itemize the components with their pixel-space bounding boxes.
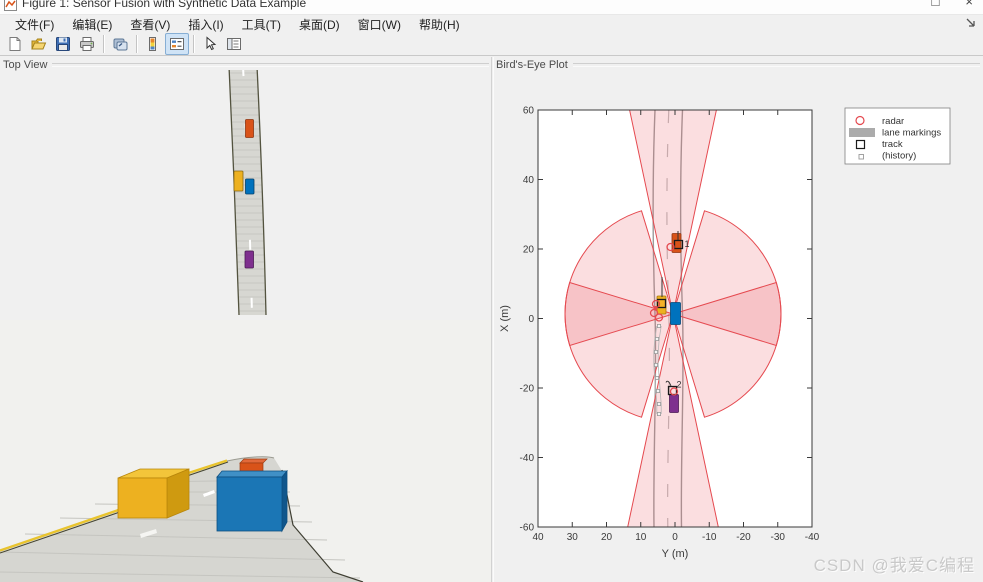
svg-text:10: 10 — [635, 532, 647, 543]
cursor-arrow-icon — [202, 36, 218, 52]
new-figure-button[interactable] — [3, 33, 27, 55]
svg-text:30: 30 — [567, 532, 579, 543]
chase-blue-vehicle — [217, 471, 287, 531]
open-file-button[interactable] — [27, 33, 51, 55]
toolbar-separator — [136, 35, 137, 53]
plot-browser-icon — [226, 36, 242, 52]
legend-icon — [169, 36, 185, 52]
svg-text:40: 40 — [523, 175, 535, 186]
x-axis-label: Y (m) — [662, 548, 689, 560]
svg-text:track: track — [882, 139, 903, 150]
link-plot-icon — [112, 36, 128, 52]
insert-colorbar-button[interactable] — [141, 33, 165, 55]
chase-camera-canvas — [0, 320, 491, 582]
edit-plot-button[interactable] — [198, 33, 222, 55]
passing-car-top — [234, 171, 243, 191]
toolbar-separator — [103, 35, 104, 53]
svg-text:-60: -60 — [520, 523, 535, 534]
menu-insert[interactable]: 插入(I) — [179, 15, 232, 34]
y-tick-labels: 60 40 20 0 -20 -40 -60 — [520, 106, 535, 534]
svg-text:-20: -20 — [520, 384, 535, 395]
save-floppy-icon — [55, 36, 71, 52]
menu-tools[interactable]: 工具(T) — [233, 15, 290, 34]
svg-text:-20: -20 — [736, 532, 751, 543]
svg-text:(history): (history) — [882, 151, 916, 162]
link-plot-button[interactable] — [108, 33, 132, 55]
menu-edit[interactable]: 编辑(E) — [63, 15, 121, 34]
ego-car-top — [246, 179, 255, 194]
track-label-2: 2 — [677, 380, 682, 390]
printer-icon — [79, 36, 95, 52]
svg-text:0: 0 — [528, 314, 534, 325]
svg-text:20: 20 — [523, 245, 535, 256]
x-tick-labels: 40 30 20 10 0 -10 -20 -30 -40 — [532, 532, 819, 543]
svg-text:20: 20 — [601, 532, 613, 543]
menu-desktop[interactable]: 桌面(D) — [290, 15, 349, 34]
menu-help[interactable]: 帮助(H) — [410, 15, 469, 34]
insert-legend-button[interactable] — [165, 33, 189, 55]
svg-text:-40: -40 — [520, 453, 535, 464]
window-title: Figure 1: Sensor Fusion with Synthetic D… — [22, 0, 306, 11]
svg-text:-40: -40 — [805, 532, 820, 543]
bep-ego-car — [671, 303, 681, 325]
menu-window[interactable]: 窗口(W) — [349, 15, 410, 34]
legend-lane-marker — [849, 128, 875, 137]
top-view-canvas — [0, 70, 491, 315]
divider — [52, 63, 489, 67]
maximize-button[interactable]: □ — [932, 0, 940, 10]
chase-yellow-vehicle — [118, 469, 189, 518]
save-figure-button[interactable] — [51, 33, 75, 55]
top-view-panel-title: Top View — [3, 59, 47, 71]
matlab-figure-icon — [4, 0, 17, 11]
close-button[interactable]: × — [965, 0, 973, 10]
figure-toolbar — [0, 33, 983, 56]
rear-car-top — [245, 251, 254, 268]
svg-text:40: 40 — [532, 532, 544, 543]
y-axis-label: X (m) — [499, 305, 511, 332]
plot-browser-button[interactable] — [222, 33, 246, 55]
csdn-watermark: CSDN @我爱C编程 — [814, 551, 975, 576]
dock-figure-arrow-icon[interactable] — [965, 16, 977, 28]
svg-text:0: 0 — [672, 532, 678, 543]
svg-text:-10: -10 — [702, 532, 717, 543]
bep-rear-car — [670, 395, 679, 413]
menu-view[interactable]: 查看(V) — [121, 15, 179, 34]
toolbar-separator — [193, 35, 194, 53]
new-document-icon — [7, 36, 23, 52]
plot-legend[interactable]: radar lane markings track (history) — [845, 108, 950, 164]
track-label-1: 1 — [685, 239, 690, 249]
svg-text:radar: radar — [882, 116, 904, 127]
svg-text:-30: -30 — [771, 532, 786, 543]
svg-text:lane markings: lane markings — [882, 128, 941, 139]
menu-bar: 文件(F) 编辑(E) 查看(V) 插入(I) 工具(T) 桌面(D) 窗口(W… — [0, 15, 983, 33]
window-titlebar: Figure 1: Sensor Fusion with Synthetic D… — [0, 0, 983, 15]
lead-car-top — [246, 120, 254, 138]
print-figure-button[interactable] — [75, 33, 99, 55]
open-folder-icon — [31, 36, 47, 52]
colorbar-icon — [145, 36, 161, 52]
menu-file[interactable]: 文件(F) — [6, 15, 63, 34]
svg-text:60: 60 — [523, 106, 535, 117]
birds-eye-plot[interactable]: 1 2 40 30 20 10 — [493, 57, 983, 582]
